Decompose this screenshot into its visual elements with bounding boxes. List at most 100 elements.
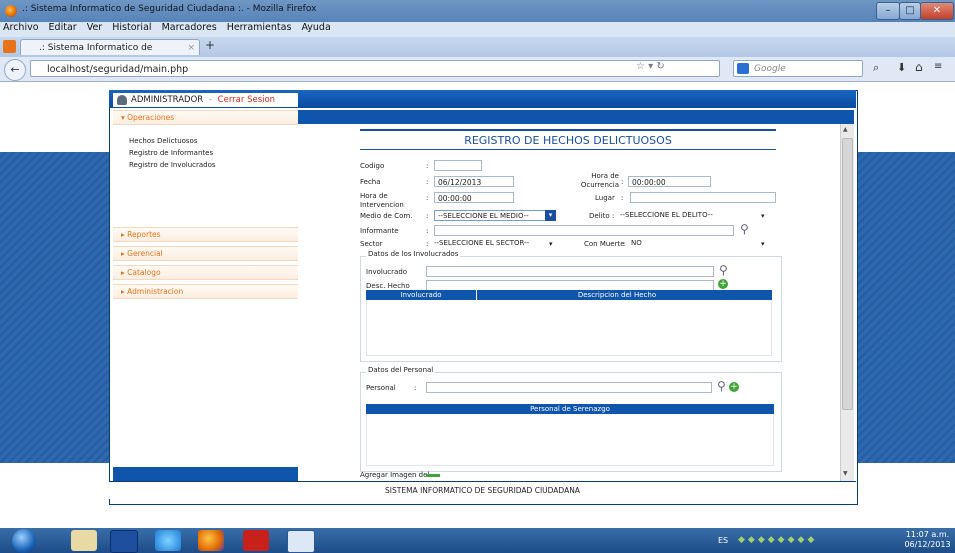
search-icon[interactable]: ⌕	[873, 61, 879, 75]
bookmark-star-icon[interactable]: ☆ ▾ ↻	[636, 61, 665, 72]
sidebar-section-administracion[interactable]: ▸ Administracion	[113, 284, 298, 299]
colon: :	[426, 227, 429, 235]
agregar-imagen-label: Agregar Imagen del	[360, 471, 430, 479]
chevron-down-icon[interactable]: ▾	[549, 240, 553, 248]
main-header	[298, 110, 854, 124]
colon: :	[612, 212, 615, 220]
inv-col-descripcion: Descripcion del Hecho	[476, 290, 757, 300]
window-titlebar: .: Sistema Informatico de Seguridad Ciud…	[0, 0, 955, 22]
scroll-up-icon[interactable]: ▲	[843, 126, 848, 133]
chevron-down-icon[interactable]: ▾	[761, 212, 765, 220]
menu-archivo[interactable]: Archivo	[3, 22, 39, 33]
personal-input[interactable]	[426, 382, 712, 393]
minimize-button[interactable]: –	[876, 2, 900, 20]
image-thumbnail-icon	[426, 474, 440, 477]
user-separator: -	[208, 95, 212, 105]
close-window-button[interactable]: ✕	[920, 2, 954, 20]
menu-ayuda[interactable]: Ayuda	[301, 22, 330, 33]
clock[interactable]: 11:07 a.m. 06/12/2013	[900, 530, 955, 550]
back-button[interactable]: ←	[4, 59, 26, 81]
involucrados-table-header: Involucrado Descripcion del Hecho	[366, 290, 772, 300]
user-bar: ADMINISTRADOR - Cerrar Sesion	[113, 93, 298, 107]
home-icon[interactable]: ⌂	[915, 60, 923, 74]
colon: :	[621, 178, 624, 186]
menu-ver[interactable]: Ver	[87, 22, 103, 33]
language-indicator[interactable]: ES	[718, 536, 728, 545]
sidebar-section-reportes[interactable]: ▸ Reportes	[113, 227, 298, 242]
search-input[interactable]: Google	[733, 60, 863, 77]
close-tab-icon[interactable]: ×	[187, 40, 195, 56]
sidebar-footer	[113, 467, 298, 481]
codigo-label: Codigo	[360, 162, 385, 170]
download-icon[interactable]: ⬇	[897, 61, 906, 74]
colon: :	[426, 162, 429, 170]
hora-intervencion-input[interactable]: 00:00:00	[434, 192, 514, 203]
search-icon[interactable]: ⚲	[740, 222, 749, 236]
scroll-down-icon[interactable]: ▼	[843, 470, 848, 477]
desc-hecho-label: Desc. Hecho	[366, 282, 410, 290]
colon: :	[621, 194, 624, 202]
sidebar-section-operaciones[interactable]: ▾ Operaciones	[113, 110, 298, 125]
add-icon[interactable]: +	[729, 382, 739, 392]
lugar-label: Lugar	[595, 194, 615, 202]
chevron-down-icon[interactable]: ▾	[545, 210, 556, 221]
menu-icon[interactable]: ≡	[934, 61, 942, 72]
sidebar-section-catalogo[interactable]: ▸ Catalogo	[113, 265, 298, 280]
word-icon[interactable]	[287, 530, 315, 553]
firefox-menu-button[interactable]	[3, 40, 16, 53]
hora-ocurrencia-input[interactable]: 00:00:00	[628, 176, 711, 187]
con-muerte-select[interactable]: NO	[631, 238, 761, 249]
sidebar-item-hechos[interactable]: Hechos Delictuosos	[113, 135, 298, 147]
clock-date: 06/12/2013	[904, 540, 951, 549]
involucrados-legend: Datos de los Involucrados	[366, 250, 461, 258]
menu-historial[interactable]: Historial	[112, 22, 151, 33]
acrobat-icon[interactable]	[243, 530, 269, 551]
delito-select[interactable]: --SELECCIONE EL DELITO--	[620, 210, 770, 221]
taskbar-app-icon[interactable]	[110, 530, 138, 553]
internet-explorer-icon[interactable]	[155, 530, 181, 551]
medio-select[interactable]: --SELECCIONE EL MEDIO--	[434, 210, 554, 221]
form-title: REGISTRO DE HECHOS DELICTUOSOS	[464, 134, 672, 147]
form-area: REGISTRO DE HECHOS DELICTUOSOS Codigo : …	[298, 124, 843, 481]
tab-active[interactable]: .: Sistema Informatico de Seguridad ... …	[20, 39, 200, 69]
codigo-input[interactable]	[434, 160, 482, 171]
form-scrollbar-thumb[interactable]	[842, 138, 853, 410]
maximize-button[interactable]: □	[899, 2, 921, 20]
chevron-down-icon[interactable]: ▾	[761, 240, 765, 248]
fecha-input[interactable]: 06/12/2013	[434, 176, 514, 187]
hora-intervencion-label: Hora de Intervencion	[360, 192, 404, 209]
logout-link[interactable]: Cerrar Sesion	[218, 95, 275, 105]
colon: :	[426, 194, 429, 202]
delito-label: Delito	[589, 212, 610, 220]
sidebar-section-gerencial[interactable]: ▸ Gerencial	[113, 246, 298, 261]
navigation-bar: ← localhost/seguridad/main.php ☆ ▾ ↻ Goo…	[0, 57, 955, 82]
search-icon[interactable]: ⚲	[719, 263, 728, 277]
involucrado-input[interactable]	[426, 266, 714, 277]
sidebar-item-involucrados[interactable]: Registro de Involucrados	[113, 159, 298, 171]
sidebar-section-label: Catalogo	[127, 268, 161, 277]
personal-legend: Datos del Personal	[366, 366, 436, 374]
search-icon[interactable]: ⚲	[717, 379, 726, 393]
menu-marcadores[interactable]: Marcadores	[162, 22, 217, 33]
lugar-input[interactable]	[630, 192, 776, 203]
google-icon	[737, 63, 749, 74]
colon: :	[426, 212, 429, 220]
con-muerte-label: Con Muerte	[584, 240, 625, 248]
sidebar-section-label: Operaciones	[127, 113, 175, 122]
colon: :	[426, 240, 429, 248]
sidebar-section-label: Gerencial	[127, 249, 163, 258]
start-button-icon[interactable]	[12, 529, 36, 553]
title-rule-bottom	[360, 149, 776, 150]
menu-herramientas[interactable]: Herramientas	[227, 22, 292, 33]
sector-select[interactable]: --SELECCIONE EL SECTOR--	[434, 238, 550, 249]
add-icon[interactable]: +	[718, 279, 728, 289]
explorer-icon[interactable]	[71, 530, 97, 551]
sidebar-item-informantes[interactable]: Registro de Informantes	[113, 147, 298, 159]
url-input[interactable]: localhost/seguridad/main.php	[30, 60, 720, 77]
involucrados-table-body	[366, 300, 772, 356]
new-tab-button[interactable]: +	[205, 38, 215, 52]
firefox-taskbar-icon[interactable]	[198, 530, 224, 551]
menu-editar[interactable]: Editar	[49, 22, 77, 33]
tray-icons[interactable]: ◆◆◆◆◆◆◆◆	[738, 535, 817, 545]
informante-input[interactable]	[434, 225, 734, 236]
